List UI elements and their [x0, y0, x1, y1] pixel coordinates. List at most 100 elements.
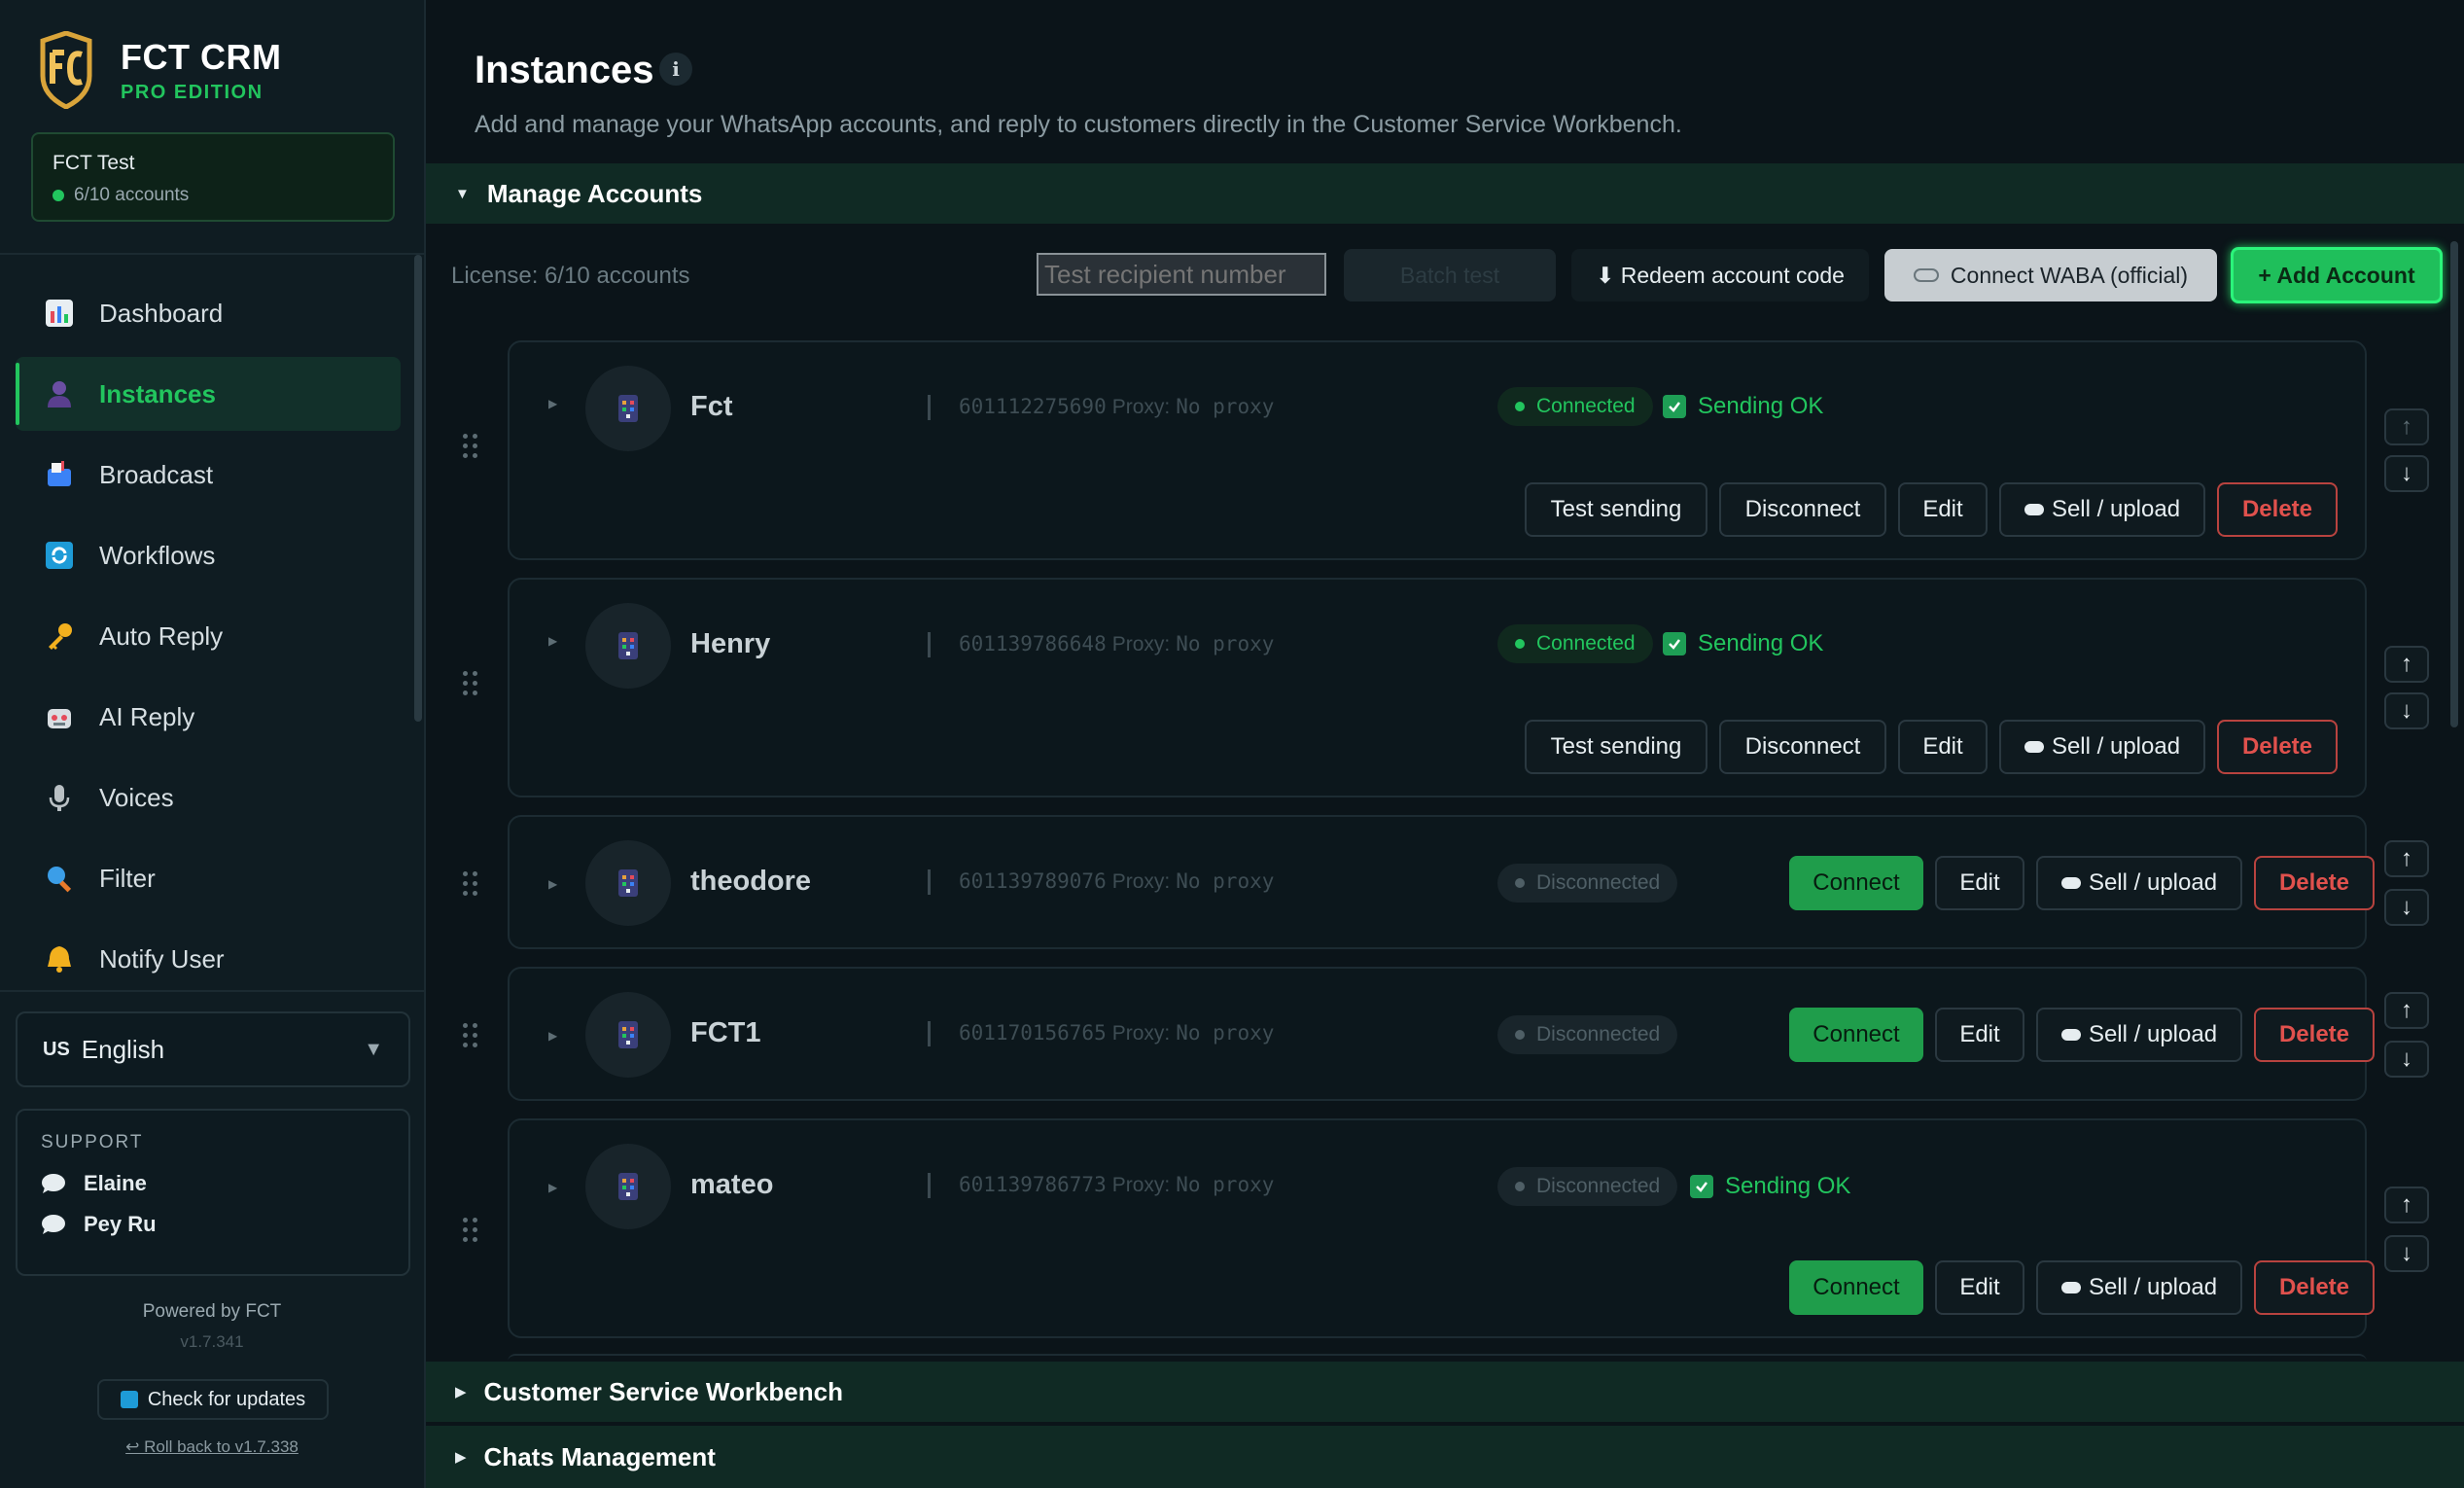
expand-caret-icon[interactable]: ▶ [548, 877, 557, 891]
move-up-button[interactable]: ↑ [2384, 646, 2429, 683]
sell-upload-button[interactable]: Sell / upload [2036, 1008, 2242, 1062]
mailbox-icon [43, 458, 76, 491]
sidebar-item-instances[interactable]: Instances [16, 357, 401, 431]
test-recipient-input[interactable] [1037, 253, 1326, 296]
test-sending-button[interactable]: Test sending [1525, 482, 1707, 537]
info-icon[interactable]: i [659, 53, 692, 86]
connect-button[interactable]: Connect [1789, 856, 1923, 910]
test-sending-button[interactable]: Test sending [1525, 720, 1707, 774]
sidebar-item-notify-user[interactable]: Notify User [16, 922, 401, 996]
move-down-button[interactable]: ↓ [2384, 692, 2429, 729]
section-customer-service-workbench[interactable]: ▶ Customer Service Workbench [426, 1360, 2464, 1422]
fct-logo-icon [40, 31, 92, 109]
expand-caret-icon[interactable]: ▶ [548, 397, 557, 410]
drag-handle-icon[interactable] [463, 434, 482, 463]
sidebar-item-filter[interactable]: Filter [16, 841, 401, 915]
drag-handle-icon[interactable] [463, 671, 482, 700]
edit-button[interactable]: Edit [1898, 720, 1988, 774]
support-contact-elaine[interactable]: Elaine [41, 1171, 385, 1196]
sell-upload-button[interactable]: Sell / upload [2036, 1260, 2242, 1315]
check-updates-label: Check for updates [147, 1388, 306, 1410]
sidebar-scrollbar[interactable] [414, 255, 422, 722]
sell-upload-button[interactable]: Sell / upload [1999, 720, 2205, 774]
language-select[interactable]: US English ▼ [16, 1011, 410, 1087]
sidebar-item-workflows[interactable]: Workflows [16, 518, 401, 592]
drag-handle-icon[interactable] [463, 1218, 482, 1247]
connect-waba-button[interactable]: Connect WABA (official) [1884, 249, 2217, 301]
disconnect-button[interactable]: Disconnect [1719, 720, 1886, 774]
drag-handle-icon[interactable] [463, 871, 482, 901]
sidebar-item-dashboard[interactable]: Dashboard [16, 276, 401, 350]
edit-button[interactable]: Edit [1935, 856, 2024, 910]
status-badge: Connected [1497, 387, 1653, 426]
edit-button[interactable]: Edit [1898, 482, 1988, 537]
sidebar-item-auto-reply[interactable]: Auto Reply [16, 599, 401, 673]
phone-number: 601112275690 [959, 395, 1107, 418]
section-manage-accounts[interactable]: ▼ Manage Accounts [426, 161, 2464, 224]
delete-button[interactable]: Delete [2254, 1008, 2375, 1062]
proxy-label: Proxy: [1111, 1174, 1171, 1196]
status-dot [1515, 402, 1525, 411]
sell-upload-button[interactable]: Sell / upload [1999, 482, 2205, 537]
section-chats-management[interactable]: ▶ Chats Management [426, 1424, 2464, 1488]
phone-number: 601139786648 [959, 632, 1107, 655]
status-badge: Disconnected [1497, 864, 1678, 903]
expand-caret-icon[interactable]: ▶ [548, 634, 557, 648]
move-down-button[interactable]: ↓ [2384, 889, 2429, 926]
edit-button[interactable]: Edit [1935, 1260, 2024, 1315]
account-card-henry: ▶ Henry 601139786648 Proxy: No proxy Conne… [463, 578, 2367, 797]
brand-name: FCT CRM [121, 36, 282, 77]
phone-icon [618, 632, 638, 659]
rollback-link[interactable]: ↩ Roll back to v1.7.338 [0, 1437, 424, 1457]
support-contact-pey-ru[interactable]: Pey Ru [41, 1212, 385, 1237]
delete-button[interactable]: Delete [2217, 482, 2338, 537]
edit-button[interactable]: Edit [1935, 1008, 2024, 1062]
expand-caret-icon[interactable]: ▶ [548, 1029, 557, 1043]
batch-test-button[interactable]: Batch test [1344, 249, 1556, 301]
avatar [585, 1144, 671, 1229]
main-scrollbar[interactable] [2450, 241, 2458, 727]
sidebar-item-label: Filter [99, 863, 156, 893]
account-card-fct1: ▶ FCT1 601170156765 Proxy: No proxy Discon… [463, 967, 2375, 1101]
sidebar-divider [0, 253, 424, 255]
disconnect-button[interactable]: Disconnect [1719, 482, 1886, 537]
phone-icon [618, 869, 638, 897]
chevron-down-icon: ▼ [364, 1038, 383, 1060]
move-up-button[interactable]: ↑ [2384, 408, 2429, 445]
refresh-icon [120, 1391, 138, 1408]
redeem-code-button[interactable]: ⬇ Redeem account code [1571, 249, 1869, 301]
sell-upload-label: Sell / upload [2088, 1274, 2218, 1300]
connect-button[interactable]: Connect [1789, 1260, 1923, 1315]
drag-handle-icon[interactable] [463, 1023, 482, 1052]
sidebar-item-label: Dashboard [99, 298, 224, 328]
status-text: Connected [1536, 632, 1636, 655]
account-phone: 601139786773 Proxy: No proxy [959, 1173, 1274, 1197]
app-version: v1.7.341 [180, 1332, 244, 1351]
move-up-button[interactable]: ↑ [2384, 840, 2429, 877]
move-up-button[interactable]: ↑ [2384, 1187, 2429, 1223]
key-icon [43, 620, 76, 653]
move-down-button[interactable]: ↓ [2384, 1041, 2429, 1078]
connect-button[interactable]: Connect [1789, 1008, 1923, 1062]
sell-upload-button[interactable]: Sell / upload [2036, 856, 2242, 910]
status-badge: Connected [1497, 624, 1653, 663]
status-dot [1515, 639, 1525, 649]
delete-button[interactable]: Delete [2217, 720, 2338, 774]
account-name: theodore [690, 866, 812, 897]
current-account-card[interactable]: FCT Test 6/10 accounts [31, 132, 395, 222]
move-up-button[interactable]: ↑ [2384, 992, 2429, 1029]
add-account-button[interactable]: + Add Account [2231, 247, 2443, 303]
check-updates-button[interactable]: Check for updates [97, 1379, 329, 1420]
move-down-button[interactable]: ↓ [2384, 1235, 2429, 1272]
expand-caret-icon[interactable]: ▶ [548, 1181, 557, 1194]
sidebar-item-ai-reply[interactable]: AI Reply [16, 680, 401, 754]
sidebar-item-label: AI Reply [99, 701, 195, 731]
account-phone: 601112275690 Proxy: No proxy [959, 395, 1274, 419]
move-down-button[interactable]: ↓ [2384, 455, 2429, 492]
sidebar-item-broadcast[interactable]: Broadcast [16, 438, 401, 512]
account-usage: 6/10 accounts [53, 185, 373, 206]
sidebar-item-voices[interactable]: Voices [16, 761, 401, 834]
delete-button[interactable]: Delete [2254, 856, 2375, 910]
account-name: mateo [690, 1169, 774, 1200]
delete-button[interactable]: Delete [2254, 1260, 2375, 1315]
